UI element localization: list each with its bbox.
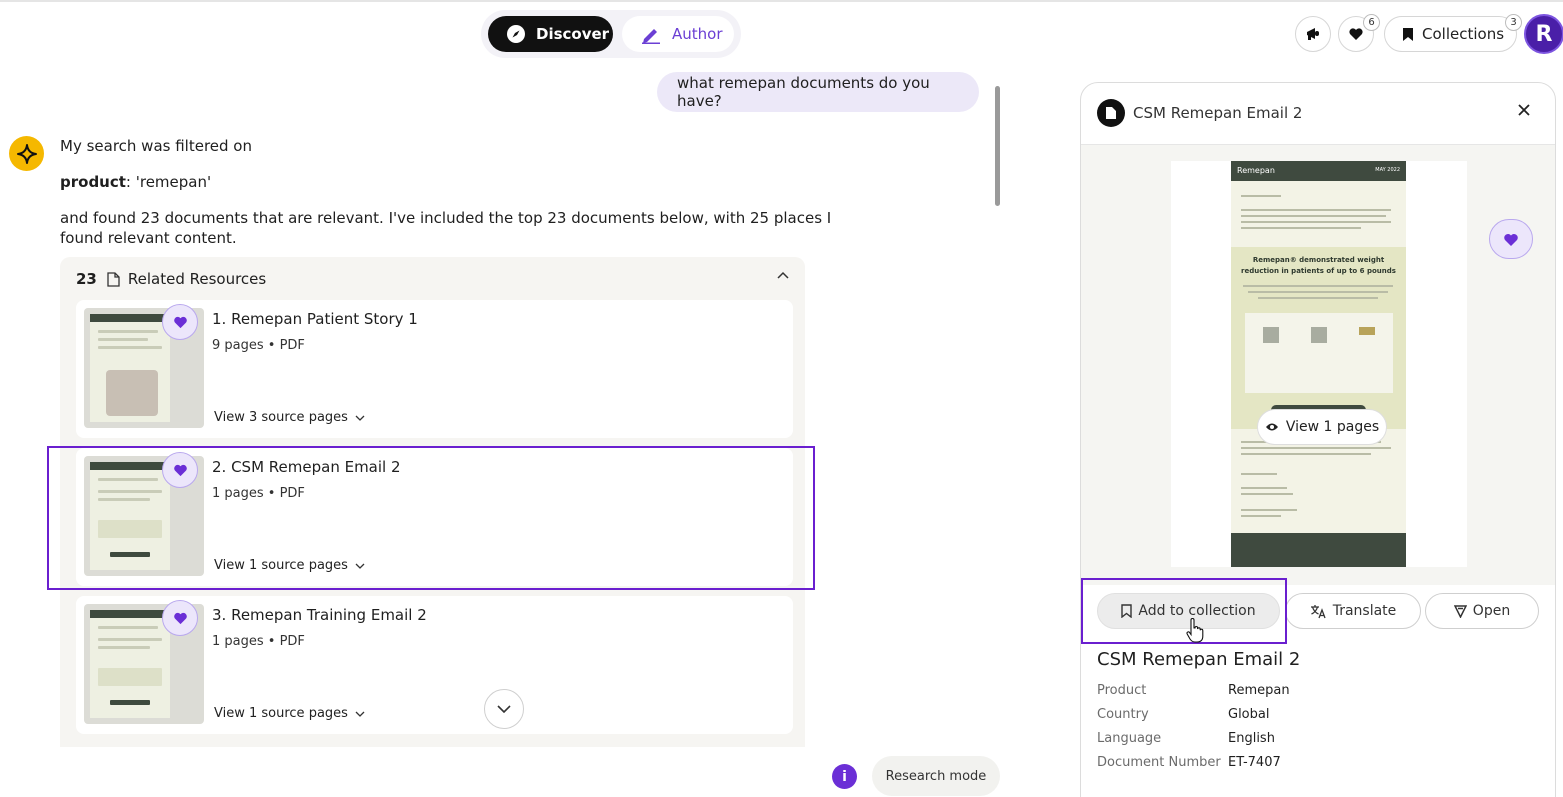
- selection-highlight: [47, 446, 815, 590]
- detail-panel-title: CSM Remepan Email 2: [1133, 104, 1303, 122]
- detail-label: Product: [1097, 683, 1147, 698]
- assistant-intro-text: My search was filtered on: [60, 137, 252, 155]
- detail-panel-header: CSM Remepan Email 2: [1081, 83, 1555, 145]
- detail-value: ET-7407: [1228, 755, 1281, 770]
- related-resources-header[interactable]: 23 Related Resources: [76, 269, 266, 289]
- assistant-results-text-1: and found 23 documents that are relevant…: [60, 209, 832, 227]
- resource-title[interactable]: 1. Remepan Patient Story 1: [212, 310, 418, 328]
- assistant-results-text-2: found relevant content.: [60, 229, 237, 247]
- view-source-pages-label: View 1 source pages: [214, 706, 348, 721]
- detail-label: Country: [1097, 707, 1149, 722]
- filter-key: product: [60, 173, 126, 191]
- open-button[interactable]: Open: [1425, 593, 1539, 629]
- close-icon[interactable]: [1517, 103, 1531, 117]
- scroll-down-button[interactable]: [484, 689, 524, 729]
- assistant-avatar: [9, 136, 44, 171]
- heart-icon: [173, 612, 187, 625]
- resource-title[interactable]: 3. Remepan Training Email 2: [212, 606, 427, 624]
- collections-label: Collections: [1422, 25, 1505, 43]
- compass-icon: [507, 25, 525, 43]
- megaphone-icon: [1307, 28, 1319, 40]
- collections-count-badge: 3: [1505, 14, 1522, 31]
- heart-icon: [1349, 28, 1363, 40]
- bookmark-icon: [1403, 27, 1413, 41]
- translate-button[interactable]: Translate: [1285, 593, 1421, 629]
- sparkle-icon: [16, 143, 37, 164]
- discover-mode-button[interactable]: Discover: [488, 16, 613, 52]
- hand-cursor-icon: [1186, 618, 1204, 643]
- eye-icon: [1265, 423, 1278, 431]
- likes-button[interactable]: 6: [1338, 14, 1380, 52]
- assistant-filter-text: product: 'remepan': [60, 172, 211, 192]
- heart-icon: [1504, 233, 1518, 246]
- preview-email-header: Remepan MAY 2022: [1231, 161, 1406, 181]
- view-pages-label: View 1 pages: [1285, 419, 1380, 435]
- patient-photo: [106, 370, 158, 416]
- document-preview-area: Remepan MAY 2022 Remepan® demonstrated we…: [1081, 145, 1555, 585]
- preview-footer: [1231, 533, 1406, 567]
- preview-chart: [1245, 313, 1393, 393]
- notifications-button[interactable]: [1295, 16, 1331, 52]
- view-source-pages-toggle[interactable]: View 1 source pages: [214, 706, 365, 721]
- preview-headline: Remepan® demonstrated weight reduction i…: [1241, 256, 1396, 275]
- related-count: 23: [76, 270, 97, 288]
- selection-highlight: [1081, 578, 1287, 644]
- resource-card[interactable]: 3. Remepan Training Email 2 1 pages • PD…: [76, 596, 793, 734]
- discover-label: Discover: [536, 25, 610, 43]
- view-source-pages-toggle[interactable]: View 3 source pages: [214, 410, 365, 425]
- chevron-down-icon: [355, 711, 365, 717]
- preview-date: MAY 2022: [1375, 167, 1400, 173]
- document-icon: [107, 271, 120, 287]
- filter-value: : 'remepan': [125, 173, 212, 191]
- detail-label: Language: [1097, 731, 1162, 746]
- top-divider: [0, 0, 1563, 2]
- view-source-pages-label: View 3 source pages: [214, 410, 348, 425]
- favorite-button[interactable]: [162, 304, 198, 340]
- chevron-down-icon: [497, 705, 511, 713]
- resource-card[interactable]: 1. Remepan Patient Story 1 9 pages • PDF…: [76, 300, 793, 438]
- detail-value: English: [1228, 731, 1275, 746]
- likes-count-badge: 6: [1363, 14, 1380, 31]
- research-mode-button[interactable]: Research mode: [872, 756, 1000, 796]
- open-label: Open: [1472, 603, 1511, 619]
- document-icon: [1097, 99, 1125, 127]
- resource-meta: 9 pages • PDF: [212, 338, 305, 353]
- preview-brand: Remepan: [1237, 166, 1275, 175]
- pencil-icon: [642, 29, 660, 44]
- translate-label: Translate: [1332, 603, 1397, 619]
- view-pages-button[interactable]: View 1 pages: [1257, 409, 1387, 445]
- document-detail-panel: CSM Remepan Email 2 Remepan MAY 2022 Reme…: [1080, 82, 1556, 797]
- collections-button[interactable]: Collections 3: [1384, 14, 1522, 52]
- author-mode-button[interactable]: Author: [622, 16, 734, 52]
- favorite-button[interactable]: [1489, 219, 1533, 259]
- translate-icon: [1310, 604, 1326, 618]
- heart-icon: [173, 316, 187, 329]
- chevron-down-icon: [355, 415, 365, 421]
- user-avatar[interactable]: R: [1524, 14, 1563, 54]
- detail-label: Document Number: [1097, 755, 1221, 770]
- user-message-bubble: what remepan documents do you have?: [657, 72, 979, 112]
- related-title: Related Resources: [127, 270, 267, 288]
- document-preview[interactable]: Remepan MAY 2022 Remepan® demonstrated we…: [1171, 161, 1467, 567]
- detail-value: Remepan: [1228, 683, 1290, 698]
- chevron-up-icon[interactable]: [777, 271, 789, 279]
- preview-hero: Remepan® demonstrated weight reduction i…: [1231, 247, 1406, 429]
- resource-meta: 1 pages • PDF: [212, 634, 305, 649]
- info-icon[interactable]: i: [832, 764, 857, 789]
- chat-scrollbar[interactable]: [995, 86, 1000, 206]
- detail-value: Global: [1228, 707, 1270, 722]
- favorite-button[interactable]: [162, 600, 198, 636]
- document-title: CSM Remepan Email 2: [1097, 649, 1301, 670]
- author-label: Author: [672, 25, 723, 43]
- open-icon: [1453, 604, 1467, 618]
- mode-toggle: Discover Author: [481, 10, 741, 58]
